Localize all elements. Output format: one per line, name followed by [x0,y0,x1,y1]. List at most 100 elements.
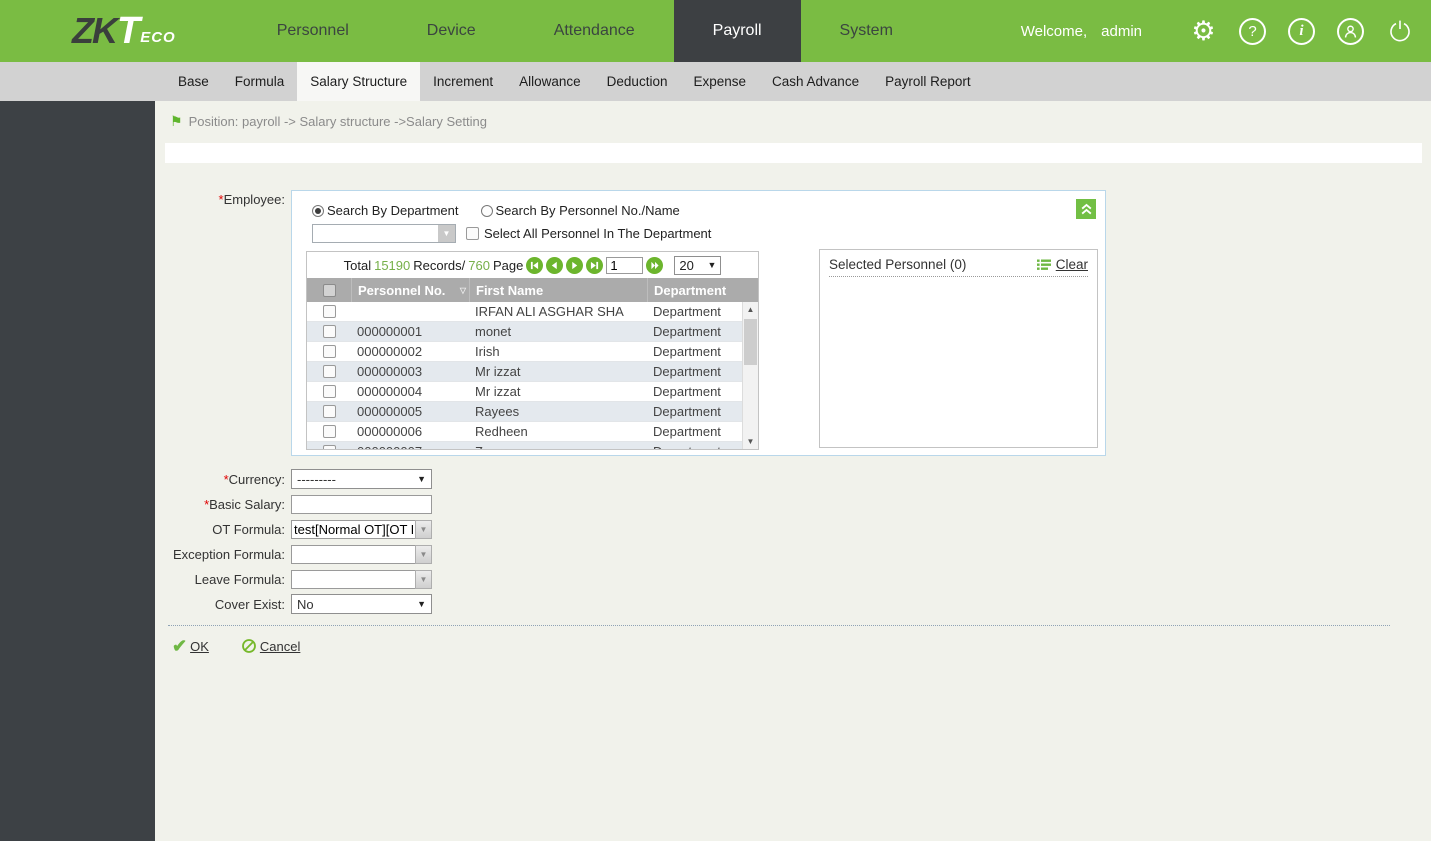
cell-first-name: Mr izzat [475,384,521,399]
top-nav-system[interactable]: System [801,0,932,62]
row-checkbox-cell [307,402,351,421]
chevron-down-icon[interactable]: ▼ [438,225,455,242]
help-icon[interactable]: ? [1239,17,1266,45]
info-icon[interactable]: i [1288,17,1315,45]
table-row[interactable]: 000000003 Mr izzat Department [307,362,742,382]
page-input[interactable] [606,256,644,274]
scroll-up-icon[interactable]: ▲ [743,302,758,317]
first-page-button[interactable] [526,256,544,274]
ok-label[interactable]: OK [190,639,209,654]
top-nav-attendance[interactable]: Attendance [515,0,674,62]
sort-icon[interactable]: ▽ [460,286,466,295]
sub-nav-increment[interactable]: Increment [420,62,506,101]
power-icon[interactable] [1386,18,1413,45]
prev-page-button[interactable] [546,256,564,274]
clear-link[interactable]: Clear [1036,257,1088,272]
table-row[interactable]: 000000001 monet Department [307,322,742,342]
select-all-label[interactable]: Select All Personnel In The Department [484,226,711,241]
row-checkbox[interactable] [322,345,336,358]
sub-nav-cash-advance[interactable]: Cash Advance [759,62,872,101]
top-nav-personnel[interactable]: Personnel [238,0,388,62]
top-nav-payroll[interactable]: Payroll [673,0,801,62]
table-row[interactable]: 000000005 Rayees Department [307,402,742,422]
scrollbar-thumb[interactable] [744,319,757,365]
zkteco-logo: ZK T ECO [72,0,176,62]
sub-nav-salary-structure[interactable]: Salary Structure [297,62,421,101]
row-checkbox[interactable] [322,445,336,449]
clear-label[interactable]: Clear [1056,257,1088,272]
next-page-button[interactable] [566,256,584,274]
ok-button[interactable]: ✔ OK [172,637,209,655]
chevron-down-icon[interactable]: ▼ [415,544,432,564]
sub-nav-deduction[interactable]: Deduction [594,62,681,101]
logo-eco: ECO [140,28,176,46]
table-row[interactable]: 000000007ZaDepartment [307,442,742,449]
row-checkbox[interactable] [322,425,336,438]
table-scrollbar[interactable]: ▲ ▼ [742,302,758,449]
page-size-select[interactable]: 20 ▼ [674,255,722,275]
leave-formula-input[interactable] [291,569,415,589]
header-department[interactable]: Department [647,278,742,302]
chevron-down-icon[interactable]: ▼ [415,569,432,589]
cancel-button[interactable]: Cancel [241,638,300,654]
sub-nav-formula[interactable]: Formula [222,62,298,101]
row-checkbox-cell [307,422,351,441]
select-all-checkbox[interactable] [466,227,479,240]
coverexist-label: Cover Exist: [214,596,285,612]
total-count: 15190 [374,257,411,273]
header-checkbox-cell [307,278,351,302]
chevron-down-icon: ▼ [417,599,426,609]
header-personnel-no[interactable]: Personnel No. ▽ [351,278,469,302]
cell-first-name: Za [469,442,647,449]
breadcrumb-text: Position: payroll -> Salary structure ->… [188,114,487,129]
ot-formula-input[interactable] [291,519,415,539]
sub-nav-payroll-report[interactable]: Payroll Report [872,62,984,101]
scroll-down-icon[interactable]: ▼ [743,434,758,449]
user-icon[interactable] [1337,17,1364,45]
exception-formula-input[interactable] [291,544,415,564]
sub-nav-expense[interactable]: Expense [680,62,759,101]
table-row[interactable]: 000000002 Irish Department [307,342,742,362]
search-by-department-label[interactable]: Search By Department [327,203,459,218]
currency-value: --------- [297,471,336,487]
gear-icon[interactable]: ⚙ [1190,17,1217,45]
row-checkbox[interactable] [322,385,336,398]
row-checkbox[interactable] [322,325,336,338]
cell-personnel-no: 000000001 [357,324,423,339]
row-checkbox-cell [307,382,351,401]
search-by-personnel-radio[interactable] [480,204,493,217]
table-row[interactable]: 000000006 Redheen Department [307,422,742,442]
sub-nav-base[interactable]: Base [165,62,222,101]
row-checkbox[interactable] [322,305,336,318]
field-row: Exception Formula: ▼ [155,544,432,564]
sub-nav-allowance[interactable]: Allowance [506,62,594,101]
cancel-icon [241,639,256,653]
search-by-personnel-label[interactable]: Search By Personnel No./Name [496,203,680,218]
table-row[interactable]: 000000004 Mr izzat Department [307,382,742,402]
cover-exist-select[interactable]: No ▼ [291,594,432,614]
currency-select[interactable]: --------- ▼ [291,469,432,489]
go-page-button[interactable] [646,256,664,274]
select-all-rows-checkbox[interactable] [322,283,336,297]
last-page-button[interactable] [586,256,604,274]
table-row[interactable]: IRFAN ALI ASGHAR SHA Department [307,302,742,322]
row-checkbox[interactable] [322,365,336,378]
leave-formula-combo: ▼ [291,569,432,589]
top-nav-device[interactable]: Device [388,0,515,62]
cell-department: Department [653,324,721,339]
search-by-department-radio[interactable] [312,204,324,217]
row-checkbox[interactable] [322,405,336,418]
cell-personnel-no [351,302,469,321]
top-right-area: Welcome, admin ⚙ ? i [1021,0,1413,62]
field-row: *Basic Salary: [155,494,432,514]
chevron-down-icon[interactable]: ▼ [415,519,432,539]
basic-salary-input[interactable] [291,494,432,514]
cell-first-name: Rayees [475,404,520,419]
collapse-panel-button[interactable] [1076,199,1096,219]
ot-formula-combo: ▼ [291,519,432,539]
flag-icon: ⚑ [170,113,183,129]
department-select[interactable]: ▼ [312,224,456,243]
cancel-label[interactable]: Cancel [260,639,300,654]
header-first-name[interactable]: First Name [469,278,647,302]
required-asterisk: * [223,471,229,487]
